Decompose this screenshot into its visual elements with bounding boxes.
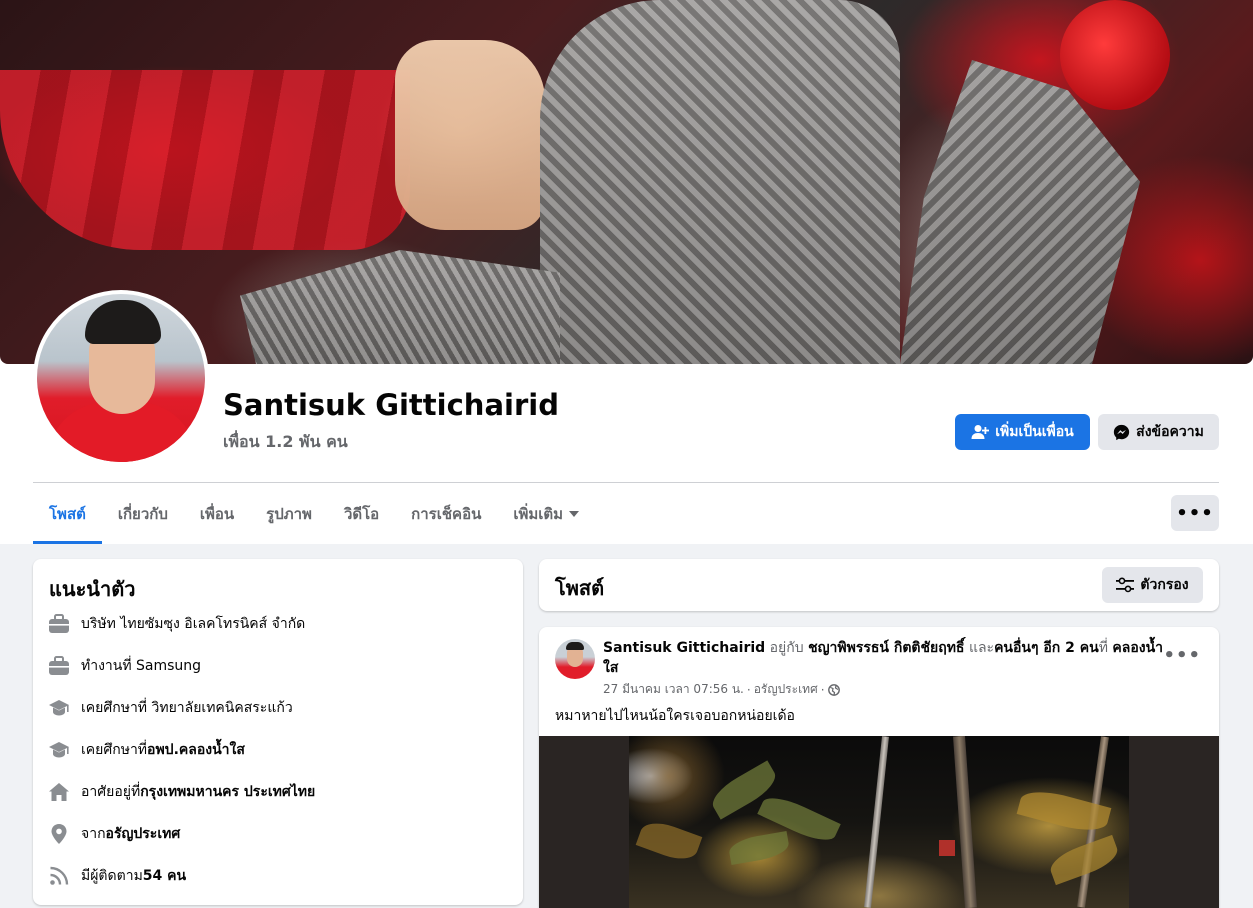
post-photo-frame[interactable] [539, 736, 1219, 908]
intro-value[interactable]: กรุงเทพมหานคร ประเทศไทย [140, 781, 315, 803]
photo-sign [939, 840, 955, 856]
photo-leaf [635, 816, 703, 866]
send-message-button[interactable]: ส่งข้อความ [1098, 414, 1219, 450]
post-author-name[interactable]: Santisuk Gittichairid [603, 640, 765, 656]
cover-red-drape [0, 70, 410, 250]
intro-text: อาศัยอยู่ที่ [81, 784, 141, 800]
intro-item-school: เคยศึกษาที่ อพป.คลองน้ำใส [47, 737, 245, 763]
filter-button[interactable]: ตัวกรอง [1102, 567, 1203, 603]
intro-value[interactable]: อพป.คลองน้ำใส [147, 739, 245, 761]
post-options-button[interactable]: ••• [1163, 645, 1201, 666]
tab-videos[interactable]: วิดีโอ [328, 484, 395, 544]
home-icon [47, 780, 71, 804]
posts-title: โพสต์ [555, 576, 605, 600]
profile-avatar[interactable] [33, 290, 209, 466]
post-text: หมาหายไปไหนน้อใครเจอบอกหน่อยเด้อ [555, 708, 795, 724]
avatar-hair [566, 642, 584, 650]
intro-item-from: จาก อรัญประเทศ [47, 821, 180, 847]
cover-armor-arm [240, 250, 560, 364]
intro-text: ทำงานที่ Samsung [81, 658, 202, 674]
tab-label: การเช็คอิน [411, 505, 482, 523]
intro-text: เคยศึกษาที่ [81, 742, 148, 758]
intro-text: เคยศึกษาที่ วิทยาลัยเทคนิคสระแก้ว [81, 700, 293, 716]
post-card: Santisuk Gittichairid อยู่กับ ชญาพิพรรธน… [539, 627, 1219, 908]
cover-photo[interactable] [0, 0, 1253, 364]
photo-leaf [727, 830, 791, 866]
tab-posts[interactable]: โพสต์ [33, 484, 102, 544]
tab-photos[interactable]: รูปภาพ [250, 484, 328, 544]
add-friend-button[interactable]: เพิ่มเป็นเพื่อน [955, 414, 1090, 450]
intro-text: มีผู้ติดตาม [81, 868, 143, 884]
meta-separator: · [820, 682, 825, 697]
profile-header: Santisuk Gittichairid เพื่อน 1.2 พัน คน … [0, 0, 1253, 544]
add-friend-icon [971, 425, 990, 439]
intro-item-college: เคยศึกษาที่ วิทยาลัยเทคนิคสระแก้ว [47, 695, 293, 721]
tab-label: วิดีโอ [343, 505, 380, 523]
tab-friends[interactable]: เพื่อน [184, 484, 250, 544]
post-header: Santisuk Gittichairid อยู่กับ ชญาพิพรรธน… [603, 638, 1163, 678]
intro-title: แนะนำตัว [49, 577, 136, 601]
post-photo [629, 736, 1129, 908]
header-divider [33, 482, 1219, 483]
caret-down-icon [569, 511, 580, 517]
post-at-word: ที่ [1098, 640, 1108, 656]
cover-lantern [1060, 0, 1170, 110]
rss-feed-icon [47, 864, 71, 888]
intro-item-work: ทำงานที่ Samsung [47, 653, 201, 679]
post-author-avatar[interactable] [555, 639, 595, 679]
post-and-word: และ [968, 640, 995, 656]
briefcase-icon [47, 654, 71, 678]
post-timestamp[interactable]: 27 มีนาคม เวลา 07:56 น. [603, 680, 744, 699]
graduation-cap-icon [47, 738, 71, 762]
cover-cloth [395, 40, 545, 230]
profile-name: Santisuk Gittichairid [223, 388, 559, 422]
tab-label: เกี่ยวกับ [117, 505, 168, 523]
tab-label: โพสต์ [49, 505, 86, 523]
post-location[interactable]: อรัญประเทศ [754, 680, 818, 699]
globe-icon [827, 683, 840, 696]
post-tagged-person[interactable]: ชญาพิพรรธน์ กิตติชัยฤทธิ์ [808, 640, 964, 656]
avatar-hair [85, 300, 161, 344]
messenger-icon [1114, 424, 1130, 440]
tab-checkins[interactable]: การเช็คอิน [395, 484, 497, 544]
intro-item-followers: มีผู้ติดตาม 54 คน [47, 863, 186, 889]
tab-more[interactable]: เพิ่มเติม [497, 484, 595, 544]
add-friend-label: เพิ่มเป็นเพื่อน [995, 424, 1074, 440]
profile-tabs: โพสต์ เกี่ยวกับ เพื่อน รูปภาพ วิดีโอ การ… [33, 484, 595, 544]
filter-sliders-icon [1116, 577, 1135, 593]
post-with-word: อยู่กับ [769, 640, 804, 656]
photo-tree-trunk [953, 736, 977, 908]
intro-item-workplace: บริษัท ไทยซัมซุง อิเลคโทรนิคส์ จำกัด [47, 611, 305, 637]
briefcase-icon [47, 612, 71, 636]
post-tagged-others[interactable]: คนอื่นๆ อีก 2 คน [994, 640, 1099, 656]
intro-text: จาก [81, 826, 106, 842]
meta-separator: · [746, 682, 751, 697]
tab-label: รูปภาพ [266, 505, 312, 523]
tab-about[interactable]: เกี่ยวกับ [102, 484, 184, 544]
tab-label: เพิ่มเติม [513, 505, 564, 523]
photo-pole [864, 736, 889, 908]
tab-label: เพื่อน [199, 505, 235, 523]
cover-armor [540, 0, 900, 364]
intro-value[interactable]: อรัญประเทศ [106, 823, 181, 845]
intro-value[interactable]: 54 คน [143, 865, 186, 887]
avatar [37, 294, 205, 462]
posts-header-card: โพสต์ ตัวกรอง [539, 559, 1219, 611]
intro-text: บริษัท ไทยซัมซุง อิเลคโทรนิคส์ จำกัด [81, 616, 306, 632]
send-message-label: ส่งข้อความ [1136, 424, 1204, 440]
location-pin-icon [47, 822, 71, 846]
graduation-cap-icon [47, 696, 71, 720]
intro-card: แนะนำตัว บริษัท ไทยซัมซุง อิเลคโทรนิคส์ … [33, 559, 523, 905]
filter-label: ตัวกรอง [1140, 577, 1189, 593]
friends-count[interactable]: เพื่อน 1.2 พัน คน [223, 430, 348, 455]
post-meta: 27 มีนาคม เวลา 07:56 น. · อรัญประเทศ · [603, 680, 840, 699]
intro-item-lives-in: อาศัยอยู่ที่ กรุงเทพมหานคร ประเทศไทย [47, 779, 315, 805]
more-options-button[interactable]: ••• [1171, 495, 1219, 531]
